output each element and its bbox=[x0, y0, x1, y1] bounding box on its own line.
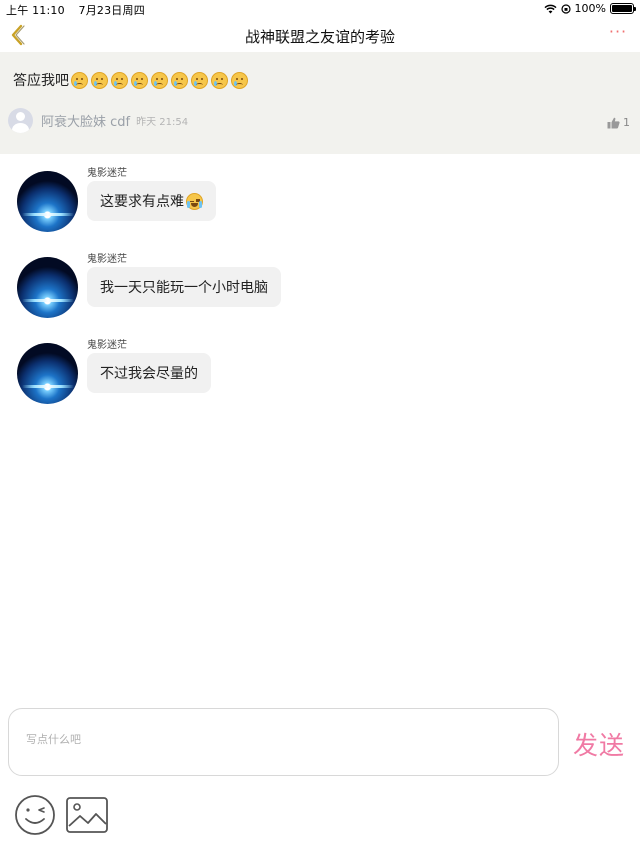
message-item: 鬼影迷茫 不过我会尽量的 bbox=[17, 326, 617, 404]
message-item: 鬼影迷茫 我一天只能玩一个小时电脑 bbox=[17, 240, 617, 318]
sad-face-icon bbox=[211, 71, 228, 89]
original-post: 答应我吧 阿衰大脸妹 cdf 昨天 21:54 1 bbox=[0, 52, 640, 154]
sad-face-icon bbox=[151, 71, 168, 89]
sad-face-icon bbox=[171, 71, 188, 89]
image-icon bbox=[66, 797, 108, 833]
more-button[interactable]: ··· bbox=[606, 22, 630, 46]
status-indicators: 100% bbox=[544, 2, 636, 15]
battery-percent: 100% bbox=[574, 2, 606, 15]
post-text: 答应我吧 bbox=[13, 73, 69, 89]
battery-icon bbox=[610, 3, 636, 14]
message-composer bbox=[8, 708, 559, 776]
emoji-button[interactable] bbox=[13, 794, 57, 836]
message-text: 不过我会尽量的 bbox=[100, 366, 198, 382]
message-bubble: 不过我会尽量的 bbox=[87, 353, 211, 393]
post-content: 答应我吧 bbox=[13, 70, 248, 90]
sad-face-icon bbox=[131, 71, 148, 89]
sender-avatar[interactable] bbox=[17, 171, 78, 232]
author-name[interactable]: 阿衰大脸妹 cdf bbox=[41, 111, 130, 130]
sad-face-icon bbox=[71, 71, 88, 89]
sender-avatar[interactable] bbox=[17, 343, 78, 404]
sender-name: 鬼影迷茫 bbox=[87, 168, 127, 179]
message-input[interactable] bbox=[26, 733, 526, 746]
sender-avatar[interactable] bbox=[17, 257, 78, 318]
post-time: 昨天 21:54 bbox=[136, 117, 189, 128]
rotation-lock-icon bbox=[560, 3, 571, 14]
status-date: 7月23日周四 bbox=[78, 4, 145, 17]
page-title: 战神联盟之友谊的考验 bbox=[244, 28, 395, 46]
message-item: 鬼影迷茫 这要求有点难 bbox=[17, 154, 617, 232]
sad-face-icon bbox=[231, 71, 248, 89]
image-button[interactable] bbox=[65, 794, 109, 836]
sender-name: 鬼影迷茫 bbox=[87, 254, 127, 265]
like-button[interactable]: 1 bbox=[607, 116, 630, 129]
sad-face-icon bbox=[191, 71, 208, 89]
nav-bar: 战神联盟之友谊的考验 ··· bbox=[0, 18, 640, 52]
post-meta: 阿衰大脸妹 cdf 昨天 21:54 bbox=[8, 108, 188, 133]
message-bubble: 我一天只能玩一个小时电脑 bbox=[87, 267, 281, 307]
sad-face-icon bbox=[91, 71, 108, 89]
status-time-date: 上午 11:10 7月23日周四 bbox=[6, 2, 145, 18]
author-avatar[interactable] bbox=[8, 108, 33, 133]
message-bubble: 这要求有点难 bbox=[87, 181, 216, 221]
message-text: 我一天只能玩一个小时电脑 bbox=[100, 280, 268, 296]
sad-face-icon bbox=[111, 71, 128, 89]
like-count: 1 bbox=[623, 116, 630, 129]
smiley-icon bbox=[15, 795, 55, 835]
thumbs-up-icon bbox=[607, 117, 620, 128]
status-bar: 上午 11:10 7月23日周四 100% bbox=[0, 0, 640, 18]
sender-name: 鬼影迷茫 bbox=[87, 340, 127, 351]
status-time: 上午 11:10 bbox=[6, 4, 65, 17]
crying-face-icon bbox=[186, 192, 203, 210]
battery-fill bbox=[612, 5, 632, 12]
post-emoji-row bbox=[71, 71, 248, 89]
message-text: 这要求有点难 bbox=[100, 194, 184, 210]
send-button[interactable]: 发送 bbox=[573, 726, 625, 762]
wifi-icon bbox=[544, 4, 557, 13]
